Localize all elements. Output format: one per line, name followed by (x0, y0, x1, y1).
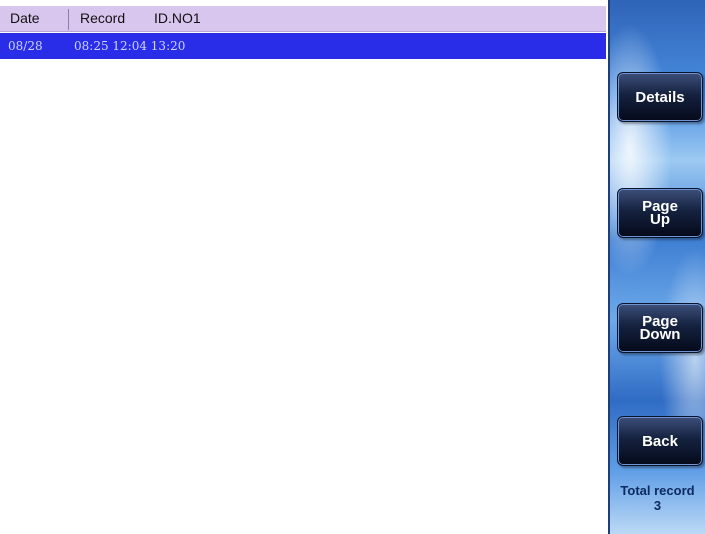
page-up-label: Page Up (642, 199, 678, 228)
row-record: 08:25 12:04 13:20 (74, 39, 186, 53)
details-label: Details (635, 88, 685, 106)
total-record-count: 3 (653, 498, 662, 513)
row-date: 08/28 (8, 39, 43, 53)
page-down-line2: Down (639, 326, 681, 343)
attendance-record-screen: Date Record ID.NO1 08/28 08:25 12:04 13:… (0, 0, 705, 534)
table-header: Date Record ID.NO1 (0, 6, 606, 32)
header-date: Date (10, 10, 40, 26)
details-button[interactable]: Details (617, 72, 703, 122)
page-up-line2: Up (649, 211, 670, 228)
sidebar: Details Page Up Page Down Back Total rec… (608, 0, 705, 534)
page-up-button[interactable]: Page Up (617, 188, 703, 238)
back-label: Back (642, 432, 678, 450)
table-row[interactable]: 08/28 08:25 12:04 13:20 (0, 33, 606, 59)
page-down-button[interactable]: Page Down (617, 303, 703, 353)
record-list: Date Record ID.NO1 08/28 08:25 12:04 13:… (0, 0, 608, 534)
back-button[interactable]: Back (617, 416, 703, 466)
total-record: Total record 3 (610, 483, 705, 513)
total-record-label: Total record (620, 483, 695, 498)
header-divider (68, 9, 69, 30)
page-down-label: Page Down (639, 314, 681, 343)
header-record: Record (80, 10, 126, 26)
header-id: ID.NO1 (154, 10, 201, 26)
